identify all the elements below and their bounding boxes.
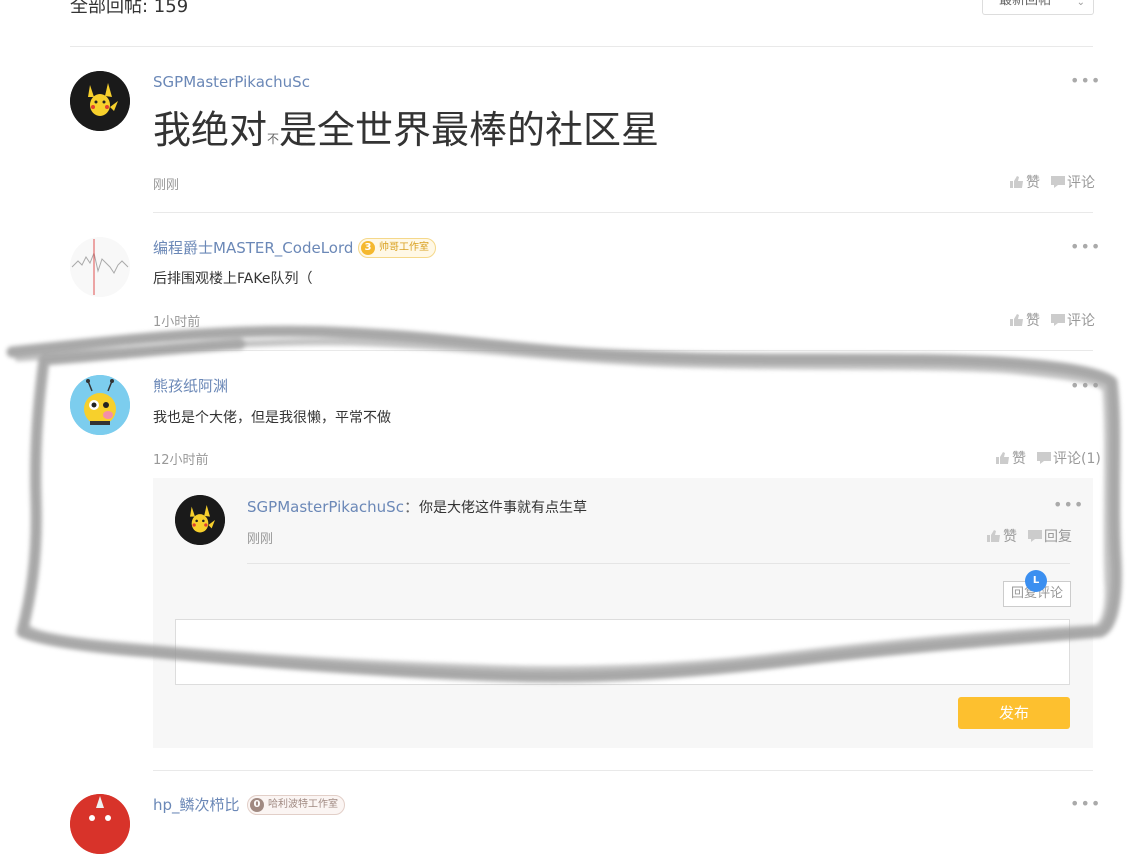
divider bbox=[153, 770, 1093, 771]
reply-author[interactable]: SGPMasterPikachuSc bbox=[247, 498, 404, 516]
more-dots-icon[interactable]: ••• bbox=[1070, 239, 1101, 255]
badge-text: 哈利波特工作室 bbox=[268, 799, 338, 810]
comment-bubble-icon bbox=[1051, 176, 1065, 188]
comment-bubble-icon bbox=[1028, 530, 1042, 542]
publish-button[interactable]: 发布 bbox=[958, 697, 1070, 729]
floating-assistant-icon[interactable]: L bbox=[1025, 570, 1047, 592]
chevron-down-icon: ⌄ bbox=[1076, 0, 1085, 8]
reply-separator: ： bbox=[403, 498, 419, 516]
badge-number: 0 bbox=[250, 798, 264, 812]
divider bbox=[153, 350, 1093, 351]
comment-label: 评论(1) bbox=[1053, 451, 1101, 467]
comment-bubble-icon bbox=[1037, 452, 1051, 464]
studio-badge[interactable]: 0 哈利波特工作室 bbox=[247, 795, 345, 815]
comment-label: 评论 bbox=[1067, 313, 1095, 329]
cartoon-avatar-icon bbox=[70, 375, 130, 435]
post-author[interactable]: 熊孩纸阿渊 bbox=[153, 377, 228, 395]
title-text-part1: 我绝对 bbox=[153, 108, 268, 152]
more-dots-icon[interactable]: ••• bbox=[1070, 378, 1101, 394]
reply-reply-button[interactable]: 回复 bbox=[1028, 526, 1072, 546]
reply-panel bbox=[153, 478, 1093, 748]
like-label: 赞 bbox=[1003, 529, 1017, 545]
thumbs-up-icon bbox=[1010, 314, 1023, 326]
comment-bubble-icon bbox=[1051, 314, 1065, 326]
divider bbox=[247, 563, 1070, 564]
avatar[interactable] bbox=[70, 71, 130, 131]
reply-avatar[interactable] bbox=[175, 495, 225, 545]
post-author[interactable]: 编程爵士MASTER_CodeLord bbox=[153, 239, 353, 257]
more-dots-icon[interactable]: ••• bbox=[1070, 796, 1101, 812]
red-creature-avatar-icon bbox=[70, 794, 130, 854]
comment-button[interactable]: 评论 bbox=[1051, 310, 1095, 330]
stock-chart-avatar-icon bbox=[70, 237, 130, 297]
reply-like-button[interactable]: 赞 bbox=[987, 526, 1017, 546]
avatar[interactable] bbox=[70, 237, 130, 297]
comment-button[interactable]: 评论(1) bbox=[1037, 448, 1101, 468]
badge-number: 3 bbox=[361, 241, 375, 255]
badge-text: 帅哥工作室 bbox=[379, 242, 429, 253]
like-button[interactable]: 赞 bbox=[996, 448, 1026, 468]
like-label: 赞 bbox=[1026, 313, 1040, 329]
more-dots-icon[interactable]: ••• bbox=[1053, 497, 1084, 513]
total-replies-label: 全部回帖: 159 bbox=[70, 0, 189, 17]
like-button[interactable]: 赞 bbox=[1010, 310, 1040, 330]
title-small-text: 不 bbox=[267, 132, 280, 146]
comment-label: 评论 bbox=[1067, 175, 1095, 191]
thumbs-up-icon bbox=[996, 452, 1009, 464]
like-label: 赞 bbox=[1026, 175, 1040, 191]
sort-select[interactable]: 最新回帖 ⌄ bbox=[982, 0, 1094, 15]
avatar[interactable] bbox=[70, 375, 130, 435]
post-content: 后排围观楼上FAKe队列（ bbox=[153, 271, 313, 287]
pikachu-avatar-icon bbox=[70, 71, 130, 131]
pikachu-avatar-icon bbox=[175, 495, 225, 545]
avatar[interactable] bbox=[70, 794, 130, 854]
post-author[interactable]: hp_鳞次栉比 bbox=[153, 796, 240, 814]
post-title: 我绝对不是全世界最棒的社区星 bbox=[153, 104, 659, 165]
comment-button[interactable]: 评论 bbox=[1051, 172, 1095, 192]
reply-content: 你是大佬这件事就有点生草 bbox=[418, 500, 587, 516]
post-time: 刚刚 bbox=[153, 178, 180, 193]
reply-time: 刚刚 bbox=[247, 532, 274, 547]
divider bbox=[70, 46, 1093, 47]
post-time: 12小时前 bbox=[153, 453, 209, 468]
thumbs-up-icon bbox=[987, 530, 1000, 542]
reply-label: 回复 bbox=[1044, 529, 1072, 545]
divider bbox=[153, 212, 1093, 213]
reply-input[interactable] bbox=[175, 619, 1070, 685]
studio-badge[interactable]: 3 帅哥工作室 bbox=[358, 238, 436, 258]
title-text-part2: 是全世界最棒的社区星 bbox=[279, 108, 660, 152]
like-button[interactable]: 赞 bbox=[1010, 172, 1040, 192]
post-author[interactable]: SGPMasterPikachuSc bbox=[153, 73, 310, 91]
post-time: 1小时前 bbox=[153, 315, 201, 330]
reply-line: SGPMasterPikachuSc：你是大佬这件事就有点生草 bbox=[247, 498, 587, 517]
post-content: 我也是个大佬，但是我很懒，平常不做 bbox=[153, 410, 391, 426]
like-label: 赞 bbox=[1012, 451, 1026, 467]
sort-select-value: 最新回帖 bbox=[999, 0, 1052, 8]
thumbs-up-icon bbox=[1010, 176, 1023, 188]
more-dots-icon[interactable]: ••• bbox=[1070, 73, 1101, 89]
